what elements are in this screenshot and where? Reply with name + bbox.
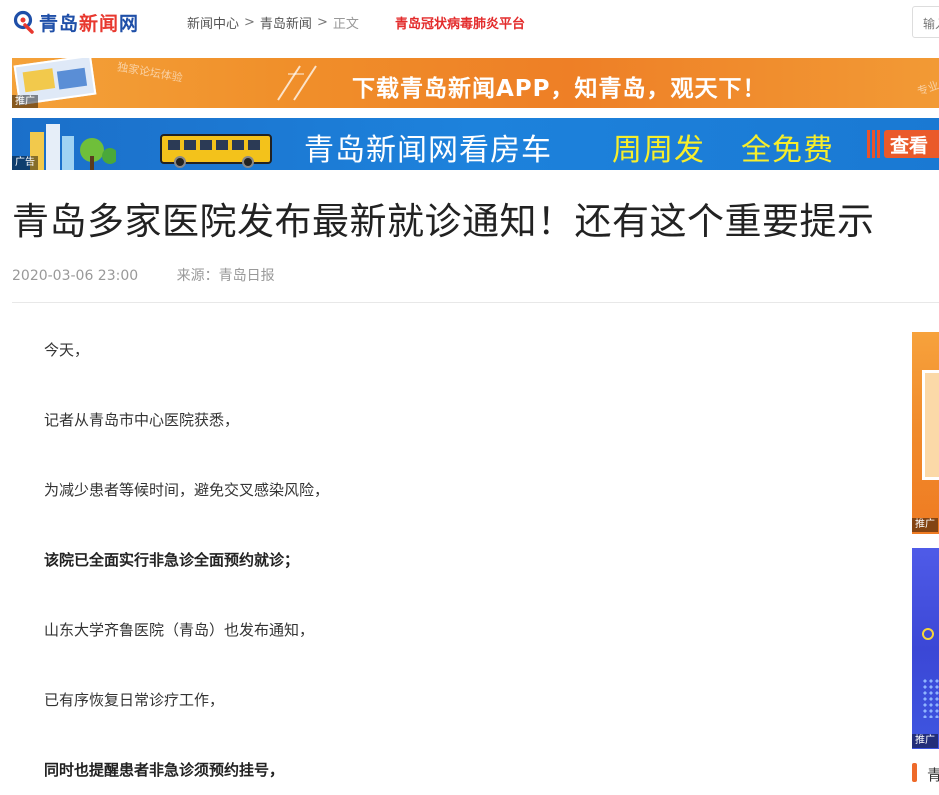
article-title: 青岛多家医院发布最新就诊通知！还有这个重要提示 bbox=[12, 200, 875, 243]
section-marker bbox=[912, 763, 917, 782]
car-banner-weekly: 周周发 bbox=[612, 133, 705, 168]
sidebar-ad-image bbox=[922, 370, 939, 480]
breadcrumb-separator: > bbox=[316, 15, 328, 30]
covid-platform-link[interactable]: 青岛冠状病毒肺炎平台 bbox=[395, 13, 525, 32]
sidebar-ad-blue[interactable]: 推广 bbox=[912, 548, 939, 749]
breadcrumb-separator: > bbox=[244, 15, 255, 30]
app-banner-tagline: 下载青岛新闻APP，知青岛，观天下！ bbox=[352, 76, 767, 102]
site-header: 青岛新闻网 新闻中心 > 青岛新闻 > 正文 青岛冠状病毒肺炎平台 输入 bbox=[0, 0, 939, 46]
breadcrumb-current: 正文 bbox=[332, 17, 359, 32]
car-banner-slogan: 青岛新闻网看房车 bbox=[304, 133, 552, 168]
bus-illustration bbox=[160, 134, 272, 168]
logo-text-part1: 青岛 bbox=[39, 12, 80, 35]
car-banner-free: 全免费 bbox=[741, 133, 834, 168]
decorative-stripes bbox=[867, 130, 881, 158]
promo-tag: 推广 bbox=[912, 734, 938, 748]
banner-faint-text: 独家论坛体验 bbox=[116, 60, 184, 85]
car-banner-view-button[interactable]: 查看 bbox=[884, 130, 939, 158]
car-viewing-banner[interactable]: 青岛新闻网看房车 周周发 全免费 查看 广告 bbox=[12, 118, 939, 170]
logo-text-part2: 新闻 bbox=[79, 12, 120, 35]
article-source: 来源：青岛日报 bbox=[176, 268, 275, 284]
promo-tag: 推广 bbox=[912, 518, 938, 532]
article-body: 今天， 记者从青岛市中心医院获悉， 为减少患者等候时间，避免交叉感染风险， 该院… bbox=[44, 340, 884, 795]
article-paragraph-bold: 同时也提醒患者非急诊须预约挂号， bbox=[44, 761, 285, 779]
divider bbox=[12, 302, 939, 303]
article-paragraph: 已有序恢复日常诊疗工作， bbox=[44, 691, 225, 709]
banner-right-faint-text: 专业 bbox=[915, 78, 939, 99]
logo-text-part3: 网 bbox=[119, 12, 140, 35]
article-paragraph: 为减少患者等候时间，避免交叉感染风险， bbox=[44, 481, 330, 499]
breadcrumb-news-center[interactable]: 新闻中心 bbox=[187, 13, 239, 32]
dots-pattern bbox=[922, 678, 939, 718]
breadcrumb: 新闻中心 > 青岛新闻 > 正文 bbox=[187, 13, 359, 32]
article-paragraph: 记者从青岛市中心医院获悉， bbox=[44, 411, 240, 429]
ring-icon bbox=[922, 628, 934, 640]
article-meta: 2020-03-06 23:00 来源：青岛日报 bbox=[12, 265, 275, 285]
app-download-banner[interactable]: 独家论坛体验 下载青岛新闻APP，知青岛，观天下！ 专业 推广 bbox=[12, 58, 939, 108]
ad-tag: 广告 bbox=[12, 156, 38, 170]
search-input[interactable]: 输入 bbox=[912, 6, 939, 38]
breadcrumb-qingdao-news[interactable]: 青岛新闻 bbox=[260, 13, 312, 32]
article-paragraph: 山东大学齐鲁医院（青岛）也发布通知， bbox=[44, 621, 315, 639]
article-paragraph-bold: 该院已全面实行非急诊全面预约就诊； bbox=[44, 551, 300, 569]
sidebar-ad-orange[interactable]: 推广 bbox=[912, 332, 939, 534]
article-paragraph: 今天， bbox=[44, 341, 90, 359]
article-date: 2020-03-06 23:00 bbox=[12, 268, 139, 284]
decorative-slash-icon bbox=[277, 65, 317, 101]
promo-tag: 推广 bbox=[12, 95, 38, 108]
logo-text: 青岛新闻网 bbox=[39, 9, 139, 36]
buildings-trees-illustration bbox=[30, 124, 116, 170]
site-logo[interactable]: 青岛新闻网 bbox=[12, 8, 139, 36]
sidebar-section-title[interactable]: 青 bbox=[927, 764, 939, 785]
logo-pin-icon bbox=[12, 10, 36, 34]
